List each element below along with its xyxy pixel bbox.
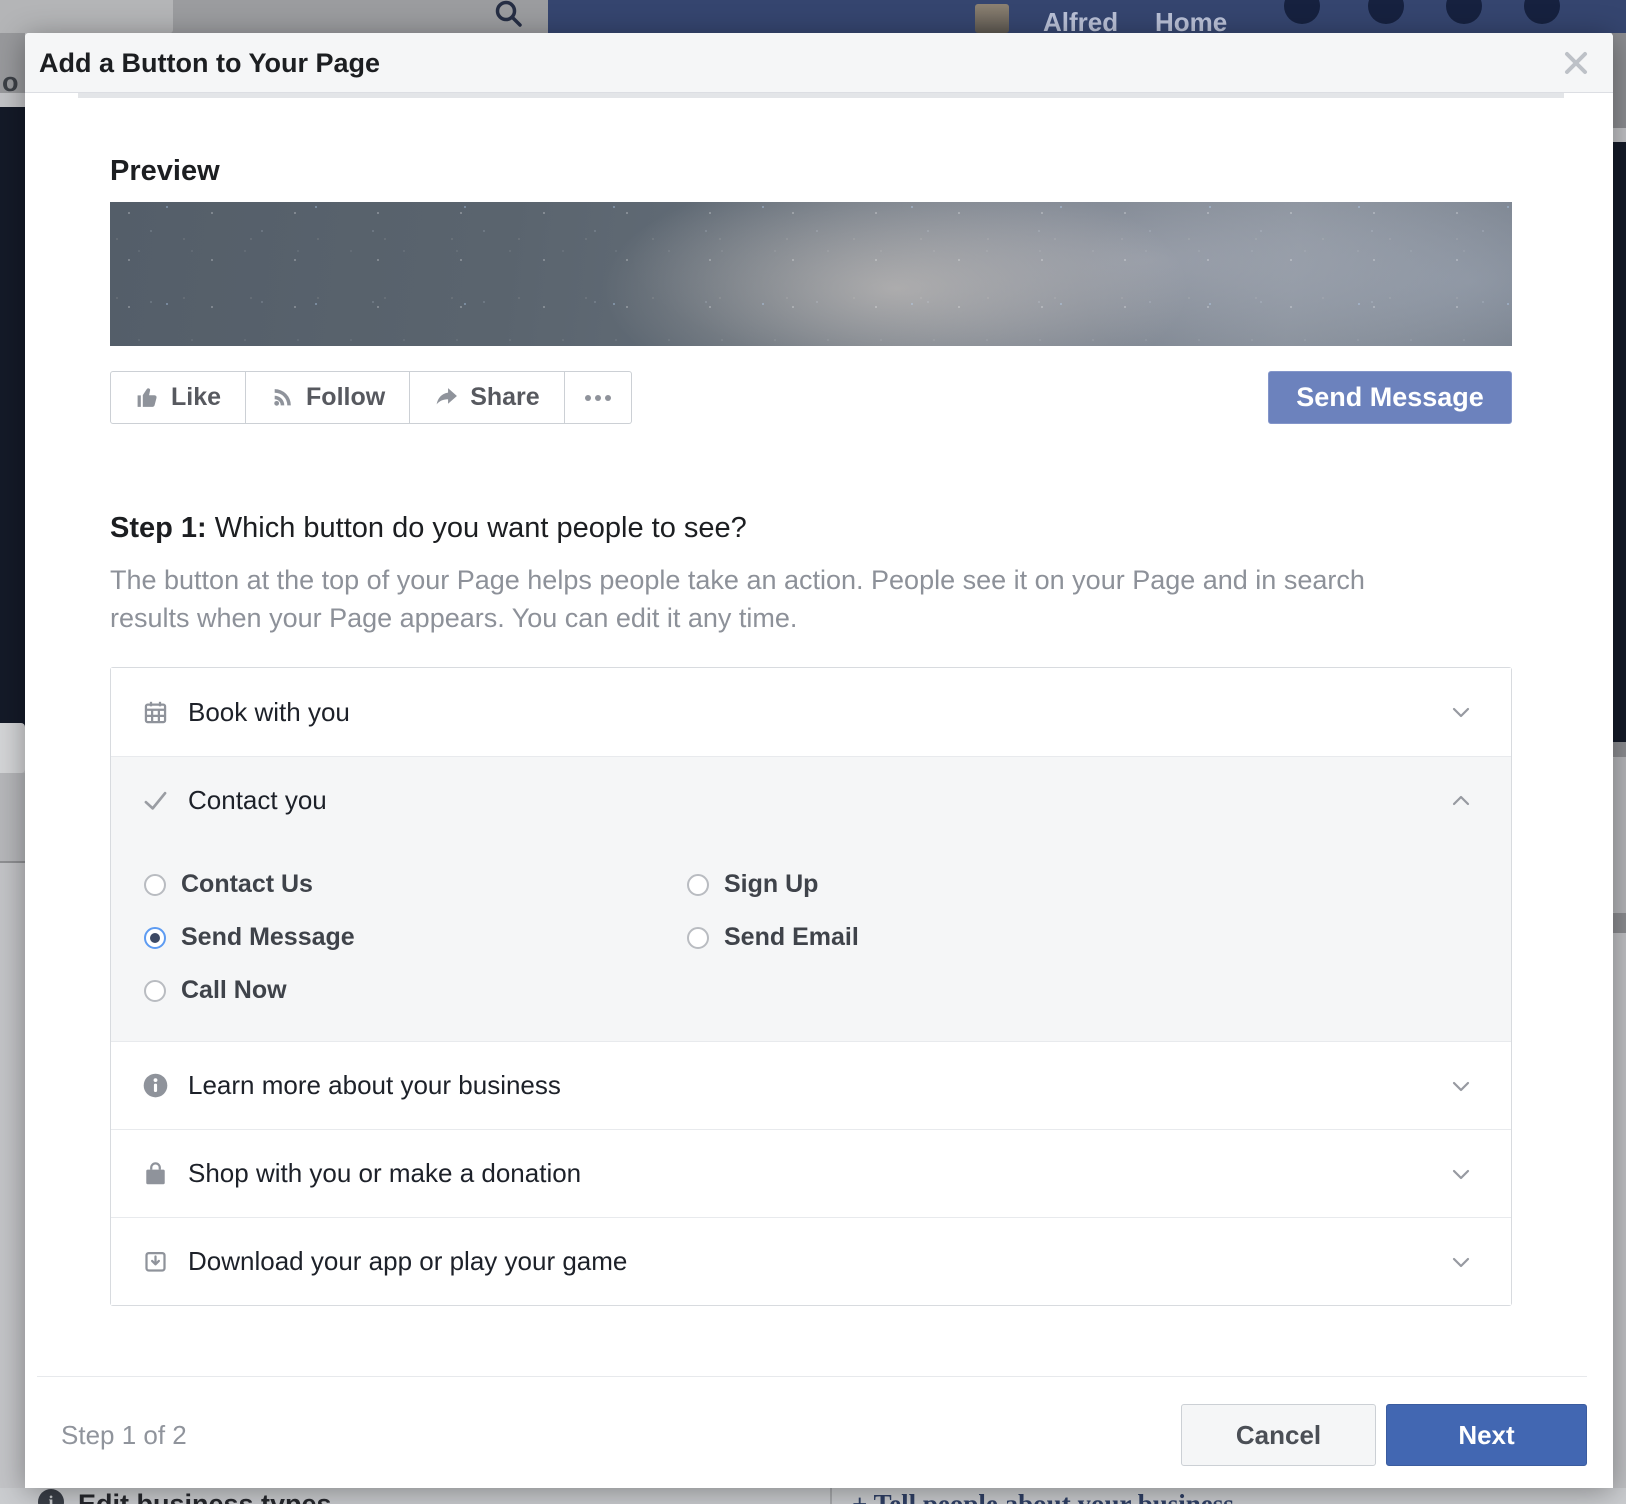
background-button-edge	[0, 723, 25, 773]
check-icon	[141, 787, 169, 814]
page-cover-photo-preview	[110, 202, 1512, 346]
share-button[interactable]: Share	[410, 371, 564, 424]
radio-label: Send Email	[724, 923, 859, 952]
radio-send-email[interactable]: Send Email	[687, 911, 1511, 964]
chevron-down-icon	[1449, 1250, 1473, 1274]
like-button[interactable]: Like	[110, 371, 246, 424]
more-options-button[interactable]	[565, 371, 632, 424]
calendar-icon	[141, 699, 169, 726]
dialog-content: Preview Like Follow	[110, 98, 1512, 1306]
follow-button[interactable]: Follow	[246, 371, 410, 424]
next-button[interactable]: Next	[1386, 1404, 1587, 1466]
accordion-item-learn-more[interactable]: Learn more about your business	[111, 1041, 1511, 1129]
cancel-button[interactable]: Cancel	[1181, 1404, 1376, 1466]
background-top-navbar: Alfred Home	[0, 0, 1626, 33]
radio-contact-us[interactable]: Contact Us	[144, 858, 687, 911]
shopping-bag-icon	[141, 1160, 169, 1187]
info-icon	[141, 1072, 169, 1099]
ellipsis-icon	[585, 395, 591, 401]
background-page-left-edge: o	[0, 33, 25, 1504]
radio-label: Sign Up	[724, 870, 818, 899]
dialog-header: Add a Button to Your Page	[25, 33, 1613, 93]
preview-heading: Preview	[110, 98, 1512, 188]
step-label: Step 1:	[110, 512, 207, 544]
background-panel-corner	[0, 0, 173, 33]
chevron-down-icon	[1449, 1162, 1473, 1186]
page-actions-button-group: Like Follow Share	[110, 371, 632, 424]
dialog-footer: Step 1 of 2 Cancel Next	[37, 1376, 1587, 1493]
radio-circle[interactable]	[144, 874, 166, 896]
radio-circle[interactable]	[144, 980, 166, 1002]
radio-circle[interactable]	[687, 874, 709, 896]
preview-actions-row: Like Follow Share	[110, 371, 1512, 424]
radio-circle-selected[interactable]	[144, 927, 166, 949]
navbar-user-name: Alfred	[1043, 7, 1118, 33]
accordion-item-label: Download your app or play your game	[188, 1246, 1449, 1277]
radio-label: Contact Us	[181, 870, 313, 899]
download-icon	[141, 1248, 169, 1275]
dialog-title: Add a Button to Your Page	[25, 33, 1613, 93]
thumbs-up-icon	[135, 385, 160, 410]
step-description: The button at the top of your Page helps…	[110, 561, 1440, 637]
accordion-item-label: Learn more about your business	[188, 1070, 1449, 1101]
add-button-dialog: Add a Button to Your Page Preview Like	[25, 33, 1613, 1488]
accordion-item-label: Book with you	[188, 697, 1449, 728]
radio-call-now[interactable]: Call Now	[144, 964, 687, 1017]
like-button-label: Like	[171, 383, 221, 412]
search-icon	[492, 0, 526, 30]
close-icon[interactable]	[1561, 48, 1591, 78]
rss-icon	[270, 385, 295, 410]
accordion-item-download-app[interactable]: Download your app or play your game	[111, 1217, 1511, 1305]
background-cover-photo-edge	[1612, 142, 1626, 756]
radio-label: Send Message	[181, 923, 355, 952]
send-message-cta-button[interactable]: Send Message	[1268, 371, 1512, 424]
chevron-up-icon	[1449, 789, 1473, 813]
step-heading: Step 1: Which button do you want people …	[110, 512, 1512, 545]
radio-send-message[interactable]: Send Message	[144, 911, 687, 964]
step-indicator: Step 1 of 2	[61, 1420, 187, 1451]
button-type-accordion: Book with you Contact you Cont	[110, 667, 1512, 1306]
chevron-down-icon	[1449, 700, 1473, 724]
step-question: Which button do you want people to see?	[215, 512, 747, 544]
contact-you-options-panel: Contact Us Sign Up Send Message Send Ema…	[111, 844, 1511, 1041]
follow-button-label: Follow	[306, 383, 385, 412]
share-arrow-icon	[434, 385, 459, 410]
radio-sign-up[interactable]: Sign Up	[687, 858, 1511, 911]
background-card-edge	[1612, 757, 1626, 913]
share-button-label: Share	[470, 383, 539, 412]
accordion-item-label: Contact you	[188, 785, 1449, 816]
ellipsis-icon	[595, 395, 601, 401]
background-page-right-edge	[1612, 33, 1626, 1504]
accordion-item-shop-with-you[interactable]: Shop with you or make a donation	[111, 1129, 1511, 1217]
accordion-item-contact-you[interactable]: Contact you	[111, 756, 1511, 844]
avatar	[975, 4, 1009, 33]
radio-circle[interactable]	[687, 927, 709, 949]
navbar-home-link: Home	[1155, 7, 1227, 33]
accordion-item-book-with-you[interactable]: Book with you	[111, 668, 1511, 756]
chevron-down-icon	[1449, 1074, 1473, 1098]
accordion-item-label: Shop with you or make a donation	[188, 1158, 1449, 1189]
radio-label: Call Now	[181, 976, 287, 1005]
background-cover-photo-edge	[0, 107, 25, 737]
ellipsis-icon	[605, 395, 611, 401]
background-text-fragment: o	[2, 67, 19, 98]
